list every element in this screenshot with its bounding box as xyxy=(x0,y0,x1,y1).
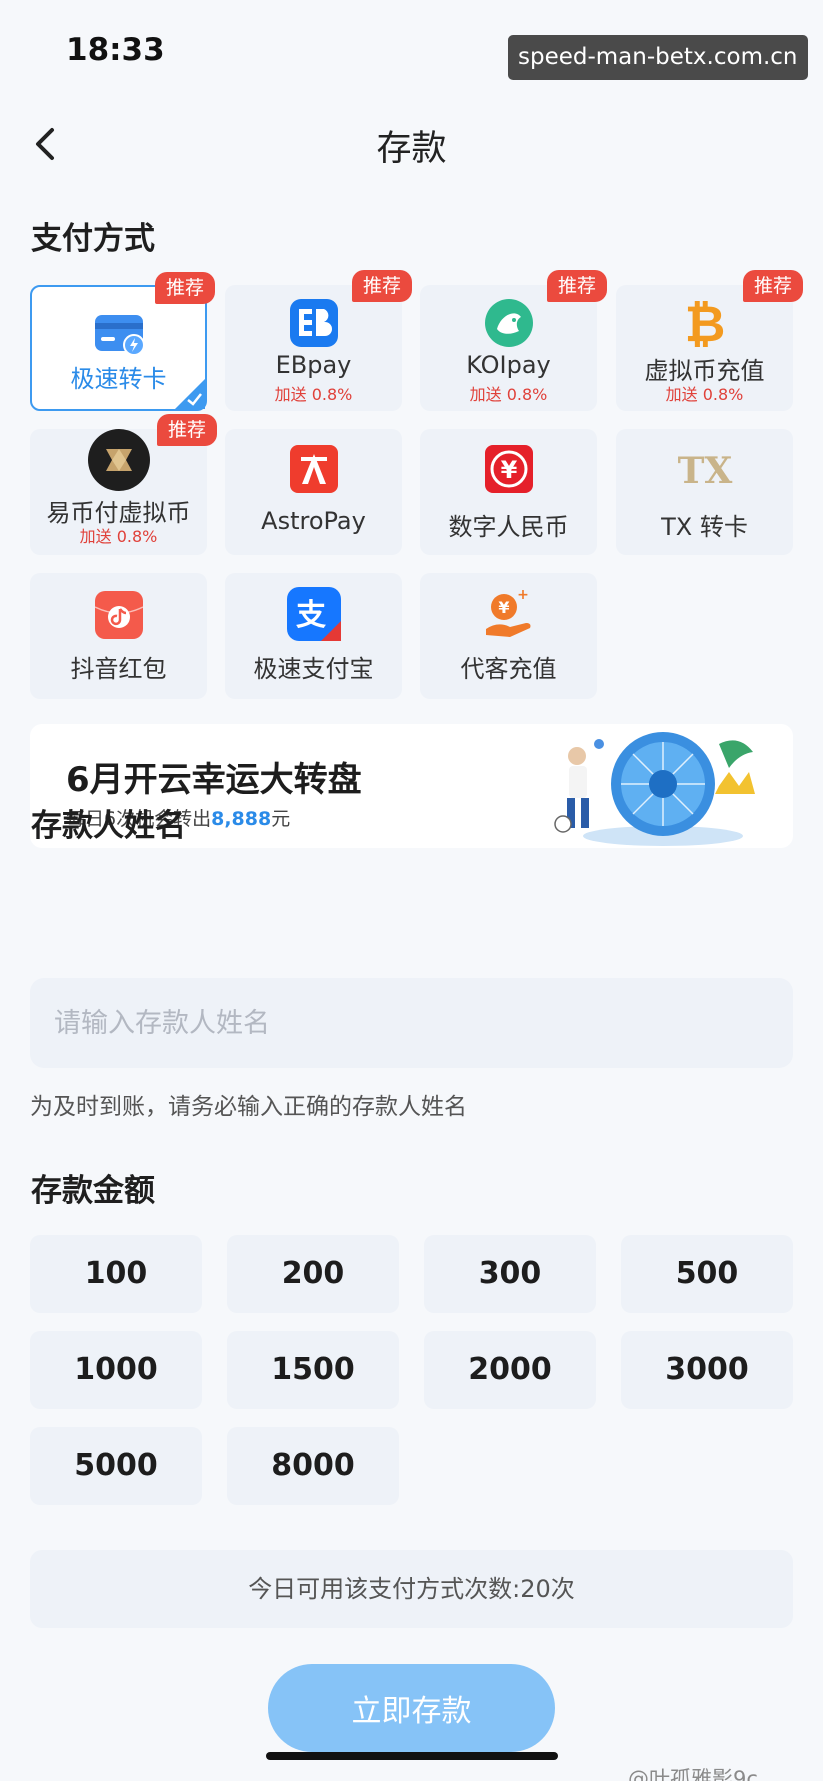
payment-method-label: 数字人民币 xyxy=(448,513,569,541)
amount-option-3000[interactable]: 3000 xyxy=(621,1331,793,1409)
card-icon xyxy=(94,315,145,356)
banner-title: 6月开云幸运大转盘 xyxy=(66,760,362,800)
payment-method-label: 抖音红包 xyxy=(70,655,167,683)
bitcoin-icon: ₿ xyxy=(684,295,725,351)
source-watermark: @叶孤雅影9c xyxy=(628,1767,758,1781)
lucky-wheel-illustration xyxy=(554,732,755,846)
amount-option-300[interactable]: 300 xyxy=(424,1235,596,1313)
section-title-amount: 存款金额 xyxy=(31,1173,155,1209)
amount-option-8000[interactable]: 8000 xyxy=(227,1427,399,1505)
svg-text:支: 支 xyxy=(296,598,326,633)
astropay-icon xyxy=(289,445,338,493)
payment-method-ebifu[interactable]: 易币付虚拟币 加送 0.8% 推荐 xyxy=(30,414,217,555)
recommend-badge: 推荐 xyxy=(743,270,803,302)
page-title: 存款 xyxy=(376,129,447,169)
status-bar: 18:33 speed-man-betx.com.cn xyxy=(0,0,823,100)
douyin-icon xyxy=(94,591,143,639)
check-icon xyxy=(175,379,205,409)
payment-method-douyin[interactable]: 抖音红包 xyxy=(30,573,207,699)
svg-text:₿: ₿ xyxy=(684,295,725,351)
svg-text:+: + xyxy=(517,587,529,603)
payment-method-astropay[interactable]: AstroPay xyxy=(225,429,402,555)
section-title-depositor: 存款人姓名 xyxy=(31,808,186,844)
bonus-text: 加送 0.8% xyxy=(665,385,744,404)
ebifu-icon xyxy=(87,429,150,491)
ecny-icon: ¥ xyxy=(484,445,533,493)
payment-method-koipay[interactable]: KOIpay 加送 0.8% 推荐 xyxy=(420,270,607,411)
amount-option-1500[interactable]: 1500 xyxy=(227,1331,399,1409)
usage-count-notice: 今日可用该支付方式次数:20次 xyxy=(30,1550,793,1628)
section-title-payment: 支付方式 xyxy=(31,221,155,257)
svg-text:¥: ¥ xyxy=(498,598,509,617)
svg-text:¥: ¥ xyxy=(500,456,517,484)
payment-method-label: TX 转卡 xyxy=(661,513,748,541)
payment-method-tx-card[interactable]: TX TX 转卡 xyxy=(616,429,793,555)
banner-subtitle-suffix: 元 xyxy=(271,808,291,830)
recommend-badge: 推荐 xyxy=(157,414,217,446)
payment-method-label: 极速支付宝 xyxy=(253,655,374,683)
banner-subtitle-amount: 8,888 xyxy=(211,808,272,830)
deposit-submit-button[interactable]: 立即存款 xyxy=(268,1664,555,1752)
payment-method-label: KOIpay xyxy=(466,351,551,379)
nav-bar: 存款 xyxy=(0,108,823,184)
watermark-url: speed-man-betx.com.cn xyxy=(508,35,808,80)
bonus-text: 加送 0.8% xyxy=(469,385,548,404)
depositor-hint: 为及时到账，请务必输入正确的存款人姓名 xyxy=(30,1094,467,1120)
alipay-icon: 支 xyxy=(286,587,341,641)
amount-option-5000[interactable]: 5000 xyxy=(30,1427,202,1505)
amount-option-500[interactable]: 500 xyxy=(621,1235,793,1313)
payment-method-alipay[interactable]: 支 极速支付宝 xyxy=(225,573,402,699)
agent-icon: ¥ + xyxy=(485,587,530,637)
status-time: 18:33 xyxy=(66,32,165,68)
depositor-name-input[interactable] xyxy=(30,978,793,1068)
payment-method-label: AstroPay xyxy=(261,507,366,535)
tx-icon: TX xyxy=(677,450,732,492)
bonus-text: 加送 0.8% xyxy=(79,527,158,546)
payment-method-fast-card[interactable]: 极速转卡 推荐 xyxy=(30,272,215,411)
payment-method-ecny[interactable]: ¥ 数字人民币 xyxy=(420,429,597,555)
payment-method-agent[interactable]: ¥ + 代客充值 xyxy=(420,573,597,699)
amount-option-200[interactable]: 200 xyxy=(227,1235,399,1313)
amount-option-1000[interactable]: 1000 xyxy=(30,1331,202,1409)
ebpay-icon xyxy=(289,299,338,347)
amount-option-2000[interactable]: 2000 xyxy=(424,1331,596,1409)
koi-icon xyxy=(484,299,533,347)
home-indicator xyxy=(266,1752,558,1760)
payment-method-crypto[interactable]: ₿ 虚拟币充值 加送 0.8% 推荐 xyxy=(616,270,803,411)
recommend-badge: 推荐 xyxy=(155,272,215,304)
amount-option-100[interactable]: 100 xyxy=(30,1235,202,1313)
recommend-badge: 推荐 xyxy=(352,270,412,302)
svg-text:TX: TX xyxy=(677,450,732,492)
payment-method-label: 代客充值 xyxy=(460,655,557,683)
bonus-text: 加送 0.8% xyxy=(274,385,353,404)
payment-method-label: EBpay xyxy=(275,351,352,379)
payment-method-ebpay[interactable]: EBpay 加送 0.8% 推荐 xyxy=(225,270,412,411)
recommend-badge: 推荐 xyxy=(547,270,607,302)
